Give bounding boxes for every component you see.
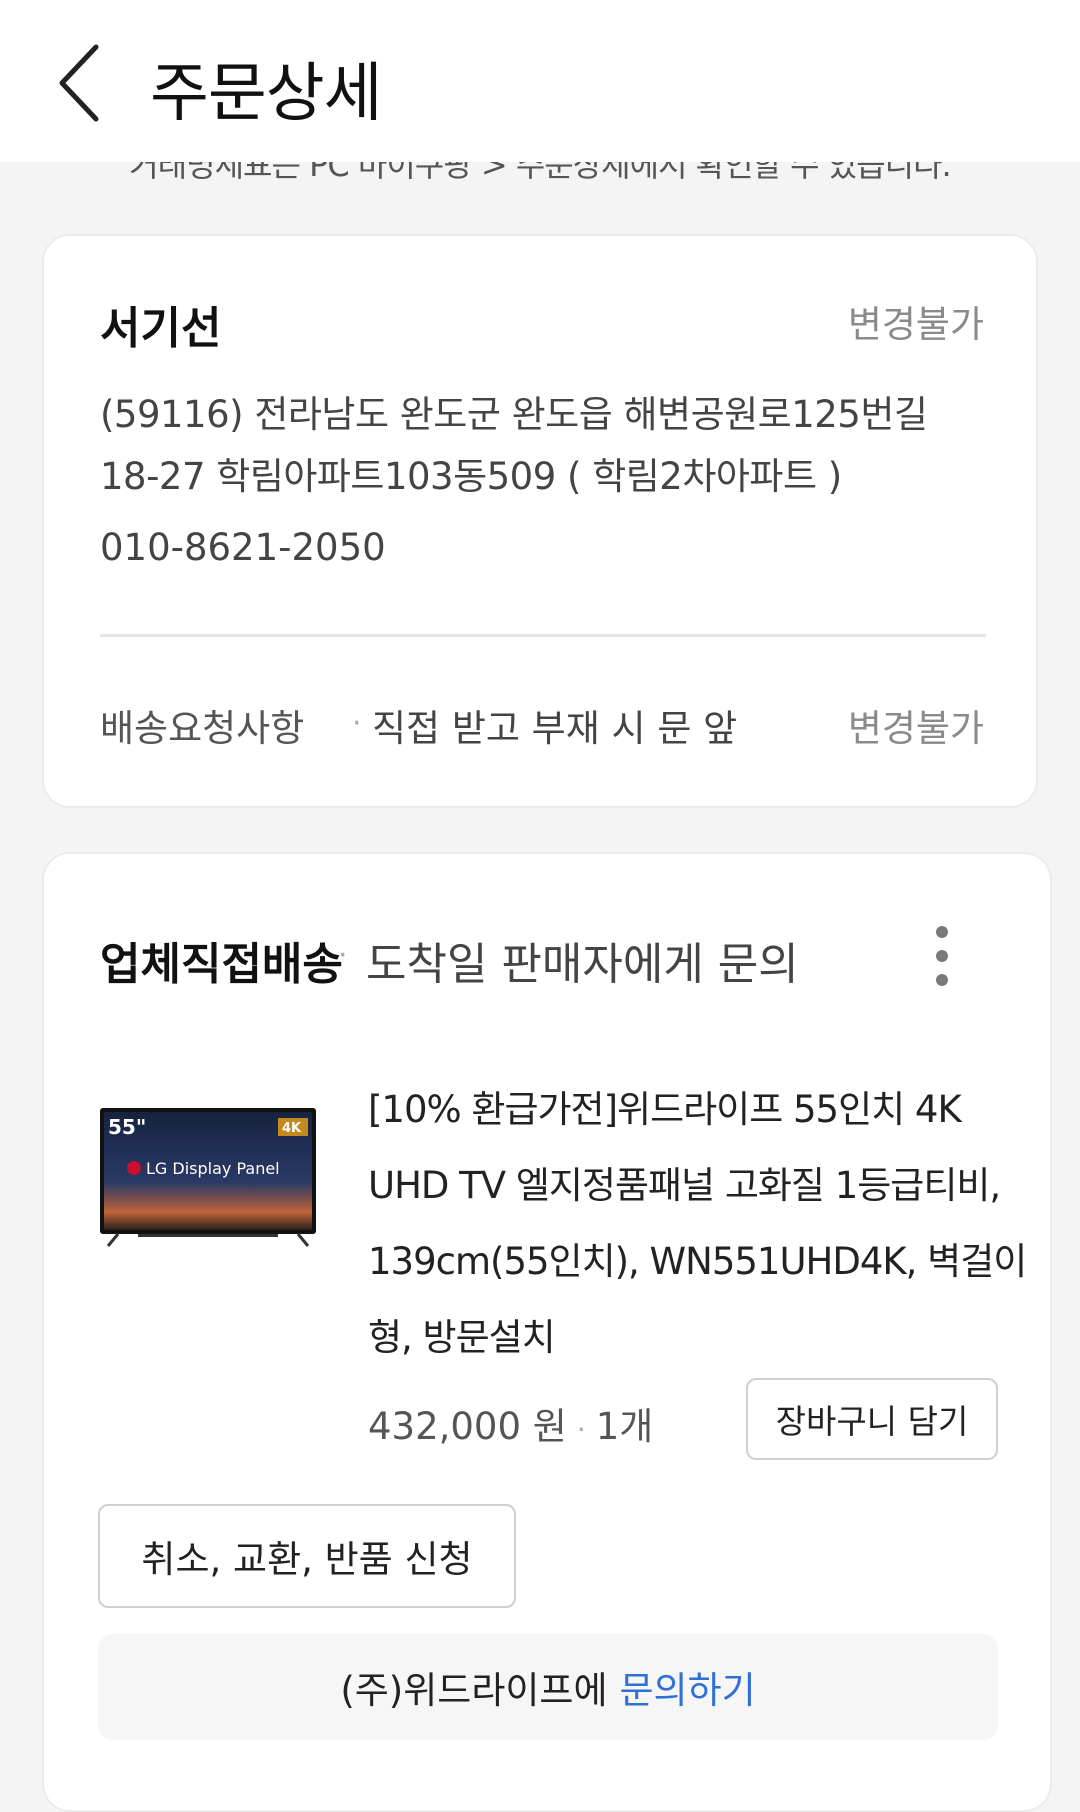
thumb-brand-label: LG Display Panel (146, 1159, 280, 1178)
separator-dot: · (576, 1413, 586, 1446)
product-price-line: 432,000 원 · 1개 (368, 1396, 653, 1450)
order-card: 업체직접배송 · 도착일 판매자에게 문의 55" 4K LG Display … (42, 852, 1052, 1812)
tv-image: 55" 4K LG Display Panel (100, 1108, 316, 1247)
delivery-request-value: 직접 받고 부재 시 문 앞 (372, 707, 738, 750)
recipient-name: 서기선 (100, 303, 222, 354)
shipping-eta: 도착일 판매자에게 문의 (366, 939, 799, 990)
product-name[interactable]: [10% 환급가전]위드라이프 55인치 4K UHD TV 엘지정품패널 고화… (368, 1072, 1028, 1376)
thumb-size-label: 55" (108, 1115, 146, 1139)
separator-dot: · (338, 938, 348, 973)
delivery-request-label: 배송요청사항 (100, 707, 305, 750)
recipient-phone: 010-8621-2050 (100, 526, 386, 569)
thumb-4k-badge: 4K (282, 1121, 302, 1136)
address-change-status: 변경불가 (847, 303, 984, 346)
product-thumbnail[interactable]: 55" 4K LG Display Panel (98, 1106, 318, 1256)
page-title: 주문상세 (150, 57, 383, 131)
address-card: 서기선 변경불가 (59116) 전라남도 완도군 완도읍 해변공원로125번길… (42, 234, 1038, 808)
seller-inquiry-bar[interactable]: (주)위드라이프에 문의하기 (98, 1634, 998, 1740)
app-header: 주문상세 (0, 0, 1080, 162)
shipping-type: 업체직접배송 (100, 939, 343, 990)
product-price: 432,000 원 (368, 1405, 567, 1448)
add-to-cart-button[interactable]: 장바구니 담기 (746, 1378, 998, 1460)
more-options-icon[interactable] (930, 926, 954, 986)
product-quantity: 1개 (595, 1405, 654, 1448)
separator-dot: · (352, 706, 362, 741)
divider (100, 634, 986, 637)
inquiry-text: (주)위드라이프에 (340, 1669, 608, 1712)
shipping-address: (59116) 전라남도 완도군 완도읍 해변공원로125번길 18-27 학림… (100, 393, 928, 498)
cancel-exchange-return-button[interactable]: 취소, 교환, 반품 신청 (98, 1504, 516, 1608)
chevron-left-icon (59, 44, 99, 122)
request-change-status: 변경불가 (847, 707, 984, 750)
inquiry-link[interactable]: 문의하기 (619, 1660, 755, 1714)
back-button[interactable] (44, 38, 114, 128)
